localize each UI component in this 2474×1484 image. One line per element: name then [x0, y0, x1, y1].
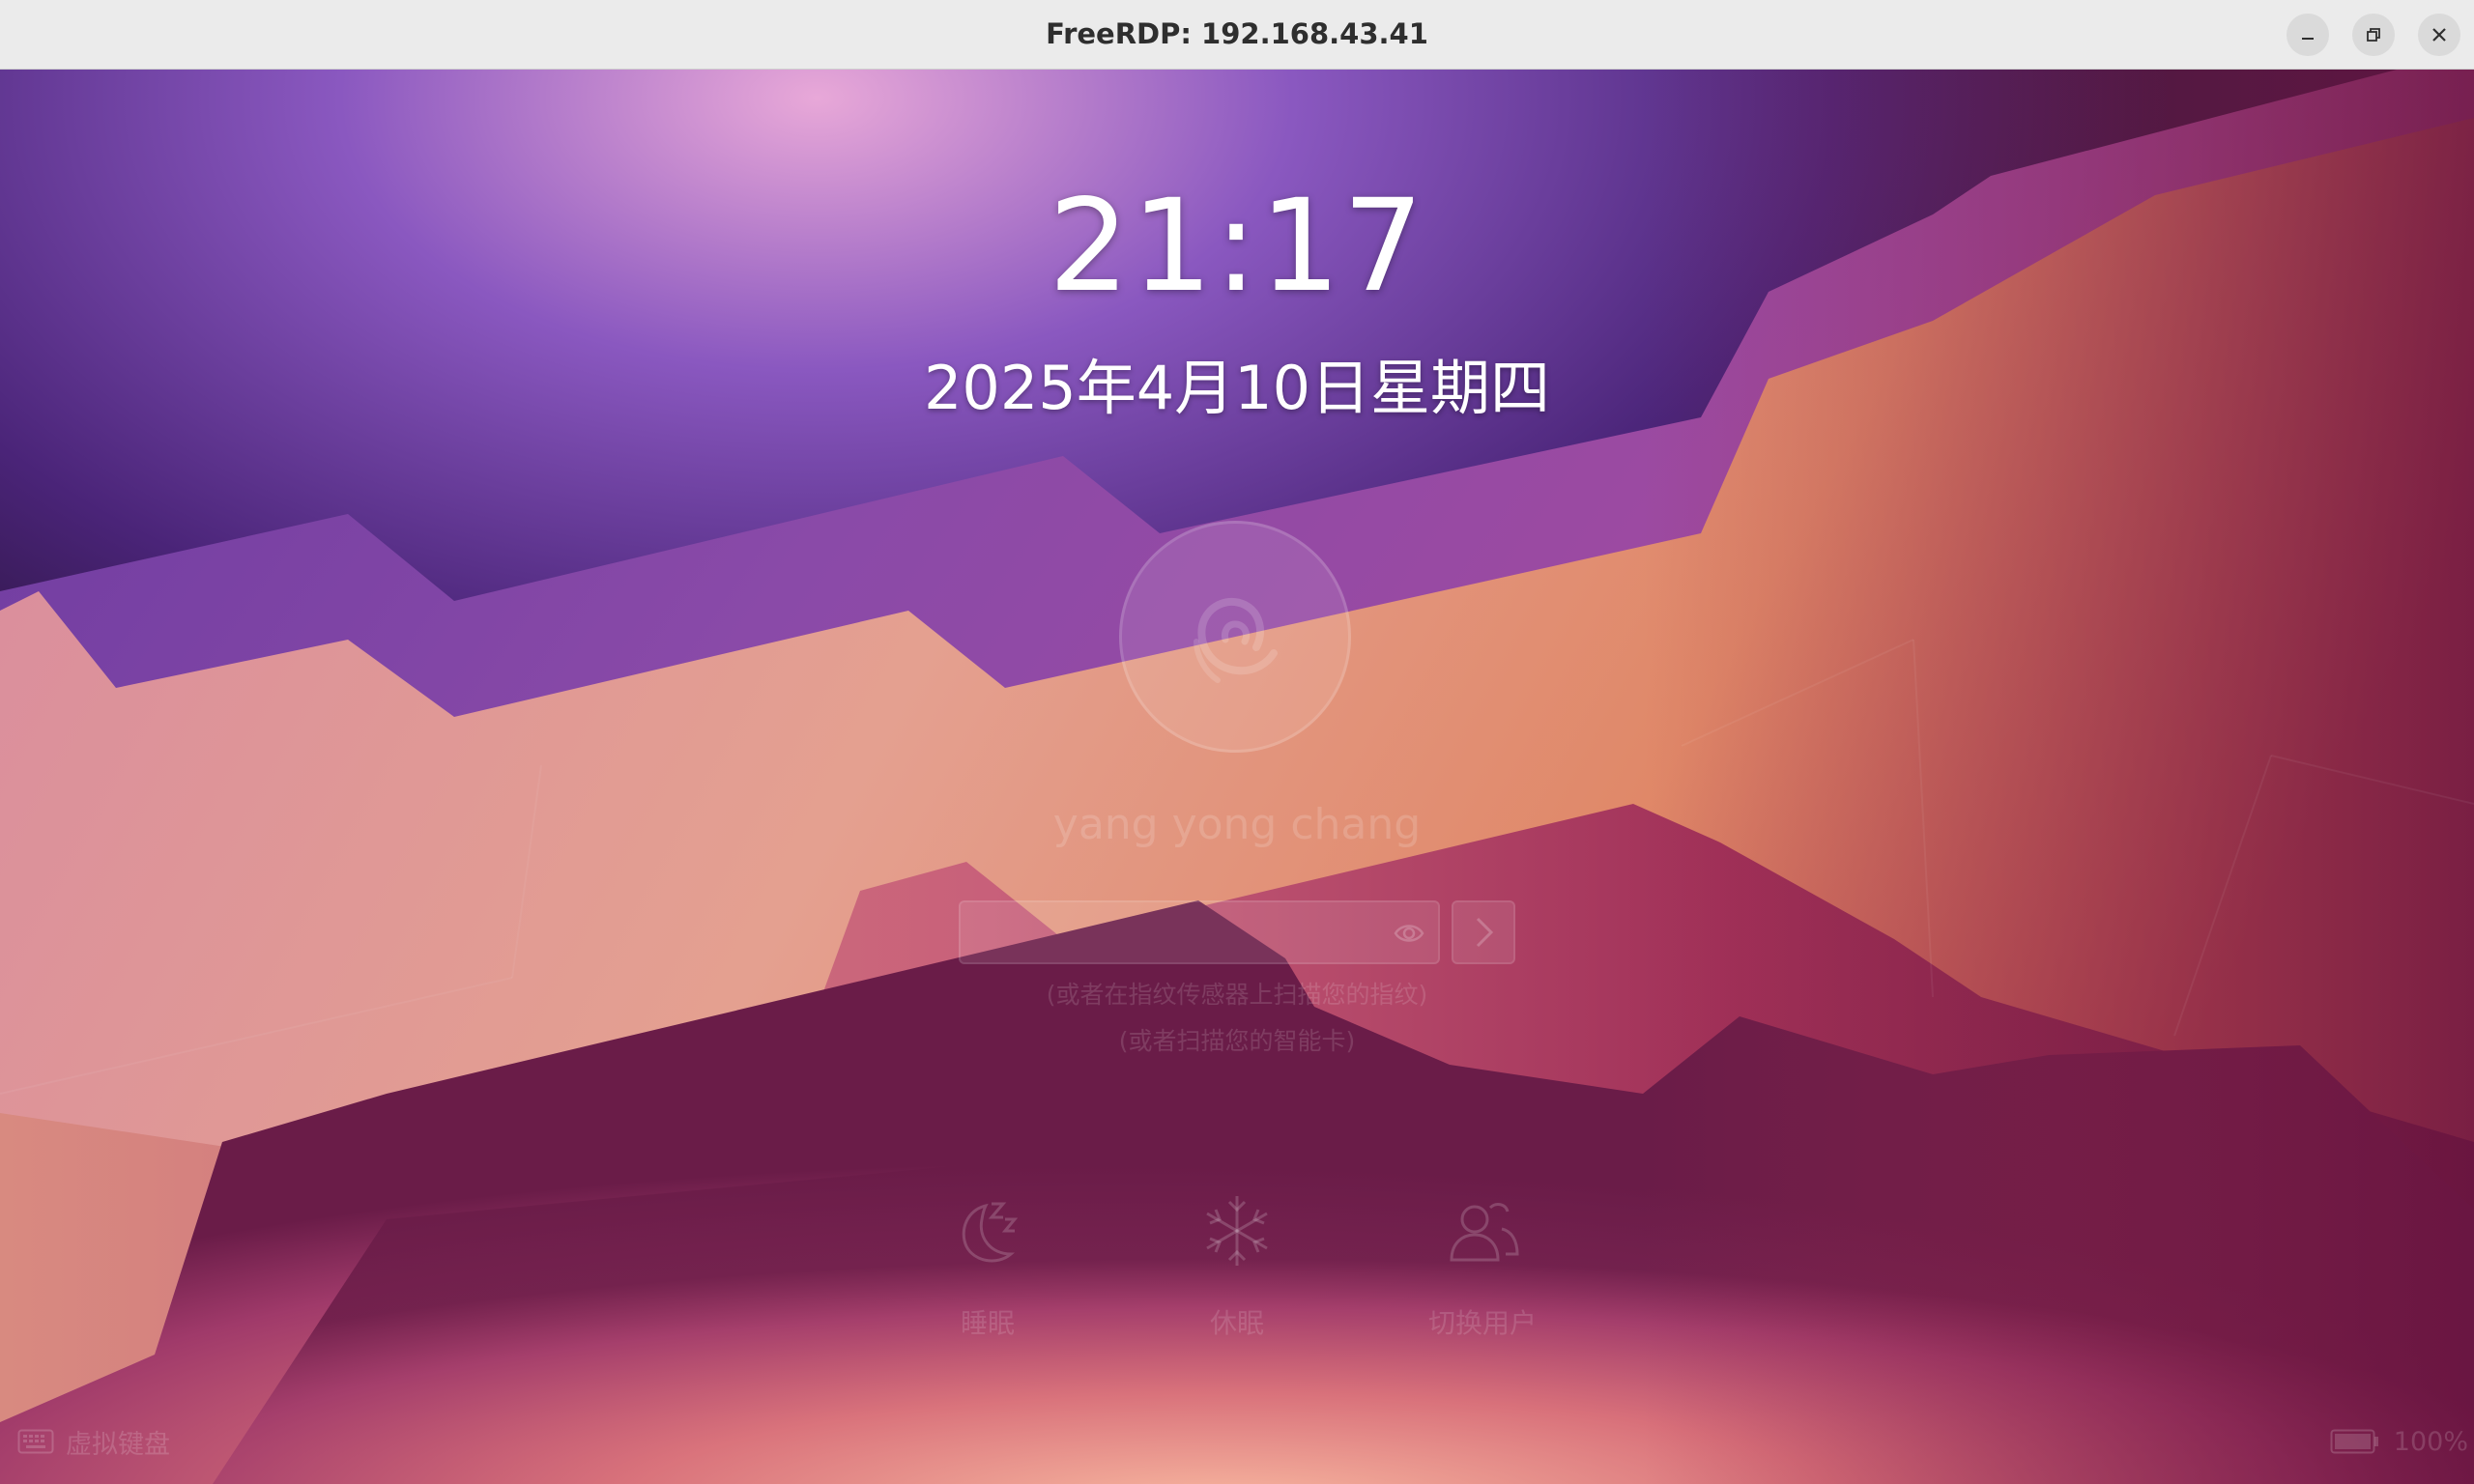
minimize-icon [2302, 38, 2314, 40]
switch-user-button[interactable]: 切换用户 [1386, 1190, 1579, 1341]
window-title: FreeRDP: 192.168.43.41 [1046, 17, 1428, 50]
fingerprint-hint: (或者在指纹传感器上扫描您的指纹) [1046, 981, 1428, 1009]
remote-desktop[interactable]: 21:17 2025年4月10日星期四 yang yong chang (或者在… [0, 70, 2474, 1484]
user-avatar [1119, 521, 1351, 753]
debian-swirl-icon [1194, 597, 1278, 683]
restore-icon [2367, 28, 2380, 42]
moon-zz-icon [962, 1202, 1019, 1263]
battery-icon [2330, 1429, 2378, 1454]
smartcard-hint: (或者扫描您的智能卡) [1118, 1027, 1356, 1055]
battery-indicator[interactable]: 100% [2330, 1422, 2468, 1461]
lock-date: 2025年4月10日星期四 [923, 353, 1551, 423]
password-field[interactable] [959, 900, 1440, 964]
battery-label: 100% [2393, 1426, 2468, 1457]
eye-icon[interactable] [1394, 920, 1424, 947]
virtual-keyboard-label: 虚拟键盘 [66, 1429, 170, 1460]
hibernate-button[interactable]: 休眠 [1140, 1190, 1334, 1341]
snowflake-icon [1206, 1196, 1268, 1266]
restore-button[interactable] [2352, 14, 2395, 56]
close-icon [2432, 28, 2446, 42]
chevron-right-icon [1476, 917, 1494, 948]
lock-clock: 21:17 [1048, 172, 1426, 321]
switch-user-icon [1450, 1203, 1519, 1262]
sleep-label: 睡眠 [960, 1307, 1015, 1339]
hibernate-label: 休眠 [1209, 1307, 1264, 1339]
password-input[interactable] [970, 910, 1380, 956]
minimize-button[interactable] [2287, 14, 2329, 56]
switch-user-label: 切换用户 [1427, 1307, 1537, 1339]
unlock-submit-button[interactable] [1452, 900, 1515, 964]
close-button[interactable] [2418, 14, 2460, 56]
window-titlebar[interactable]: FreeRDP: 192.168.43.41 [0, 0, 2474, 70]
sleep-button[interactable]: 睡眠 [891, 1190, 1084, 1341]
username-label: yang yong chang [1052, 800, 1422, 849]
virtual-keyboard-button[interactable]: 虚拟键盘 [17, 1422, 170, 1461]
keyboard-icon [17, 1429, 54, 1454]
